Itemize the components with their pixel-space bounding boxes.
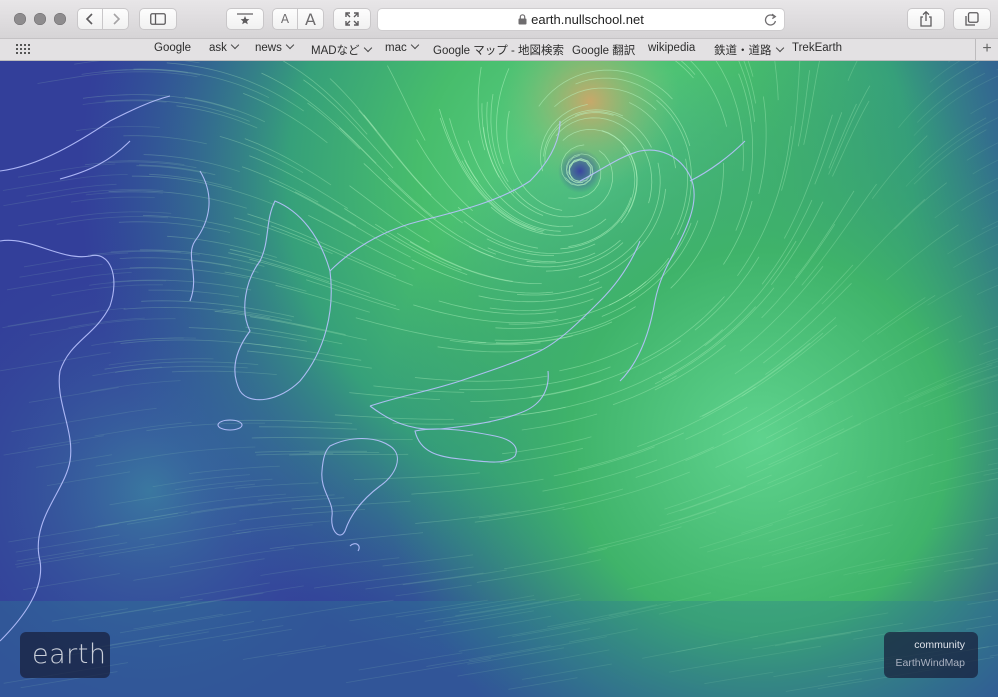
earthwindmap-link[interactable]: EarthWindMap xyxy=(896,657,965,669)
forward-button[interactable] xyxy=(103,8,129,30)
reload-icon[interactable] xyxy=(764,13,777,26)
minimize-window-button[interactable] xyxy=(34,13,46,25)
bookmarks-bar: Google ask news MADなど mac Google マップ - 地… xyxy=(0,39,998,61)
close-window-button[interactable] xyxy=(14,13,26,25)
star-icon xyxy=(237,13,253,25)
browser-toolbar: A A earth.nullschool.net xyxy=(0,0,998,39)
text-bigger-button[interactable]: A xyxy=(298,8,324,30)
wind-map-canvas[interactable] xyxy=(0,61,998,697)
lock-icon xyxy=(518,14,527,25)
bookmark-google-translate[interactable]: Google 翻訳 xyxy=(572,42,635,58)
share-icon xyxy=(920,11,932,27)
bookmark-google[interactable]: Google xyxy=(154,42,191,54)
back-button[interactable] xyxy=(77,8,103,30)
bookmark-wikipedia[interactable]: wikipedia xyxy=(648,42,695,54)
sidebar-button[interactable] xyxy=(139,8,177,30)
bookmark-mac[interactable]: mac xyxy=(385,40,419,54)
community-label: community xyxy=(914,639,965,651)
community-link[interactable]: community EarthWindMap xyxy=(884,632,978,678)
new-tab-button[interactable]: + xyxy=(975,39,998,60)
sidebar-icon xyxy=(150,13,166,25)
chevron-right-icon xyxy=(112,13,120,25)
chevron-down-icon xyxy=(410,40,419,50)
chevron-down-icon xyxy=(285,40,295,50)
bookmark-google-maps[interactable]: Google マップ - 地図検索 xyxy=(433,42,564,58)
bookmarks-favorites-button[interactable] xyxy=(226,8,264,30)
chevron-left-icon xyxy=(85,13,93,25)
text-smaller-button[interactable]: A xyxy=(272,8,298,30)
wind-map[interactable]: earth community EarthWindMap xyxy=(0,61,998,697)
chevron-down-icon xyxy=(363,43,372,53)
bookmark-news[interactable]: news xyxy=(255,40,295,54)
top-sites-grid-icon[interactable] xyxy=(16,44,30,55)
bookmark-railway-roads[interactable]: 鉄道・道路 xyxy=(714,42,784,58)
tab-overview-button[interactable] xyxy=(953,8,991,30)
earth-logo-text: earth xyxy=(32,639,107,670)
expand-icon xyxy=(345,12,359,26)
fullscreen-button[interactable] xyxy=(333,8,371,30)
address-bar-url: earth.nullschool.net xyxy=(531,12,644,27)
tabs-icon xyxy=(965,12,979,26)
bookmark-mad[interactable]: MADなど xyxy=(311,42,372,58)
address-bar[interactable]: earth.nullschool.net xyxy=(377,8,785,31)
chevron-down-icon xyxy=(775,43,784,53)
earth-menu-button[interactable]: earth xyxy=(20,632,110,678)
zoom-window-button[interactable] xyxy=(54,13,66,25)
bookmark-ask[interactable]: ask xyxy=(209,40,240,54)
share-button[interactable] xyxy=(907,8,945,30)
chevron-down-icon xyxy=(230,40,240,50)
bookmark-trekearth[interactable]: TrekEarth xyxy=(792,42,842,54)
